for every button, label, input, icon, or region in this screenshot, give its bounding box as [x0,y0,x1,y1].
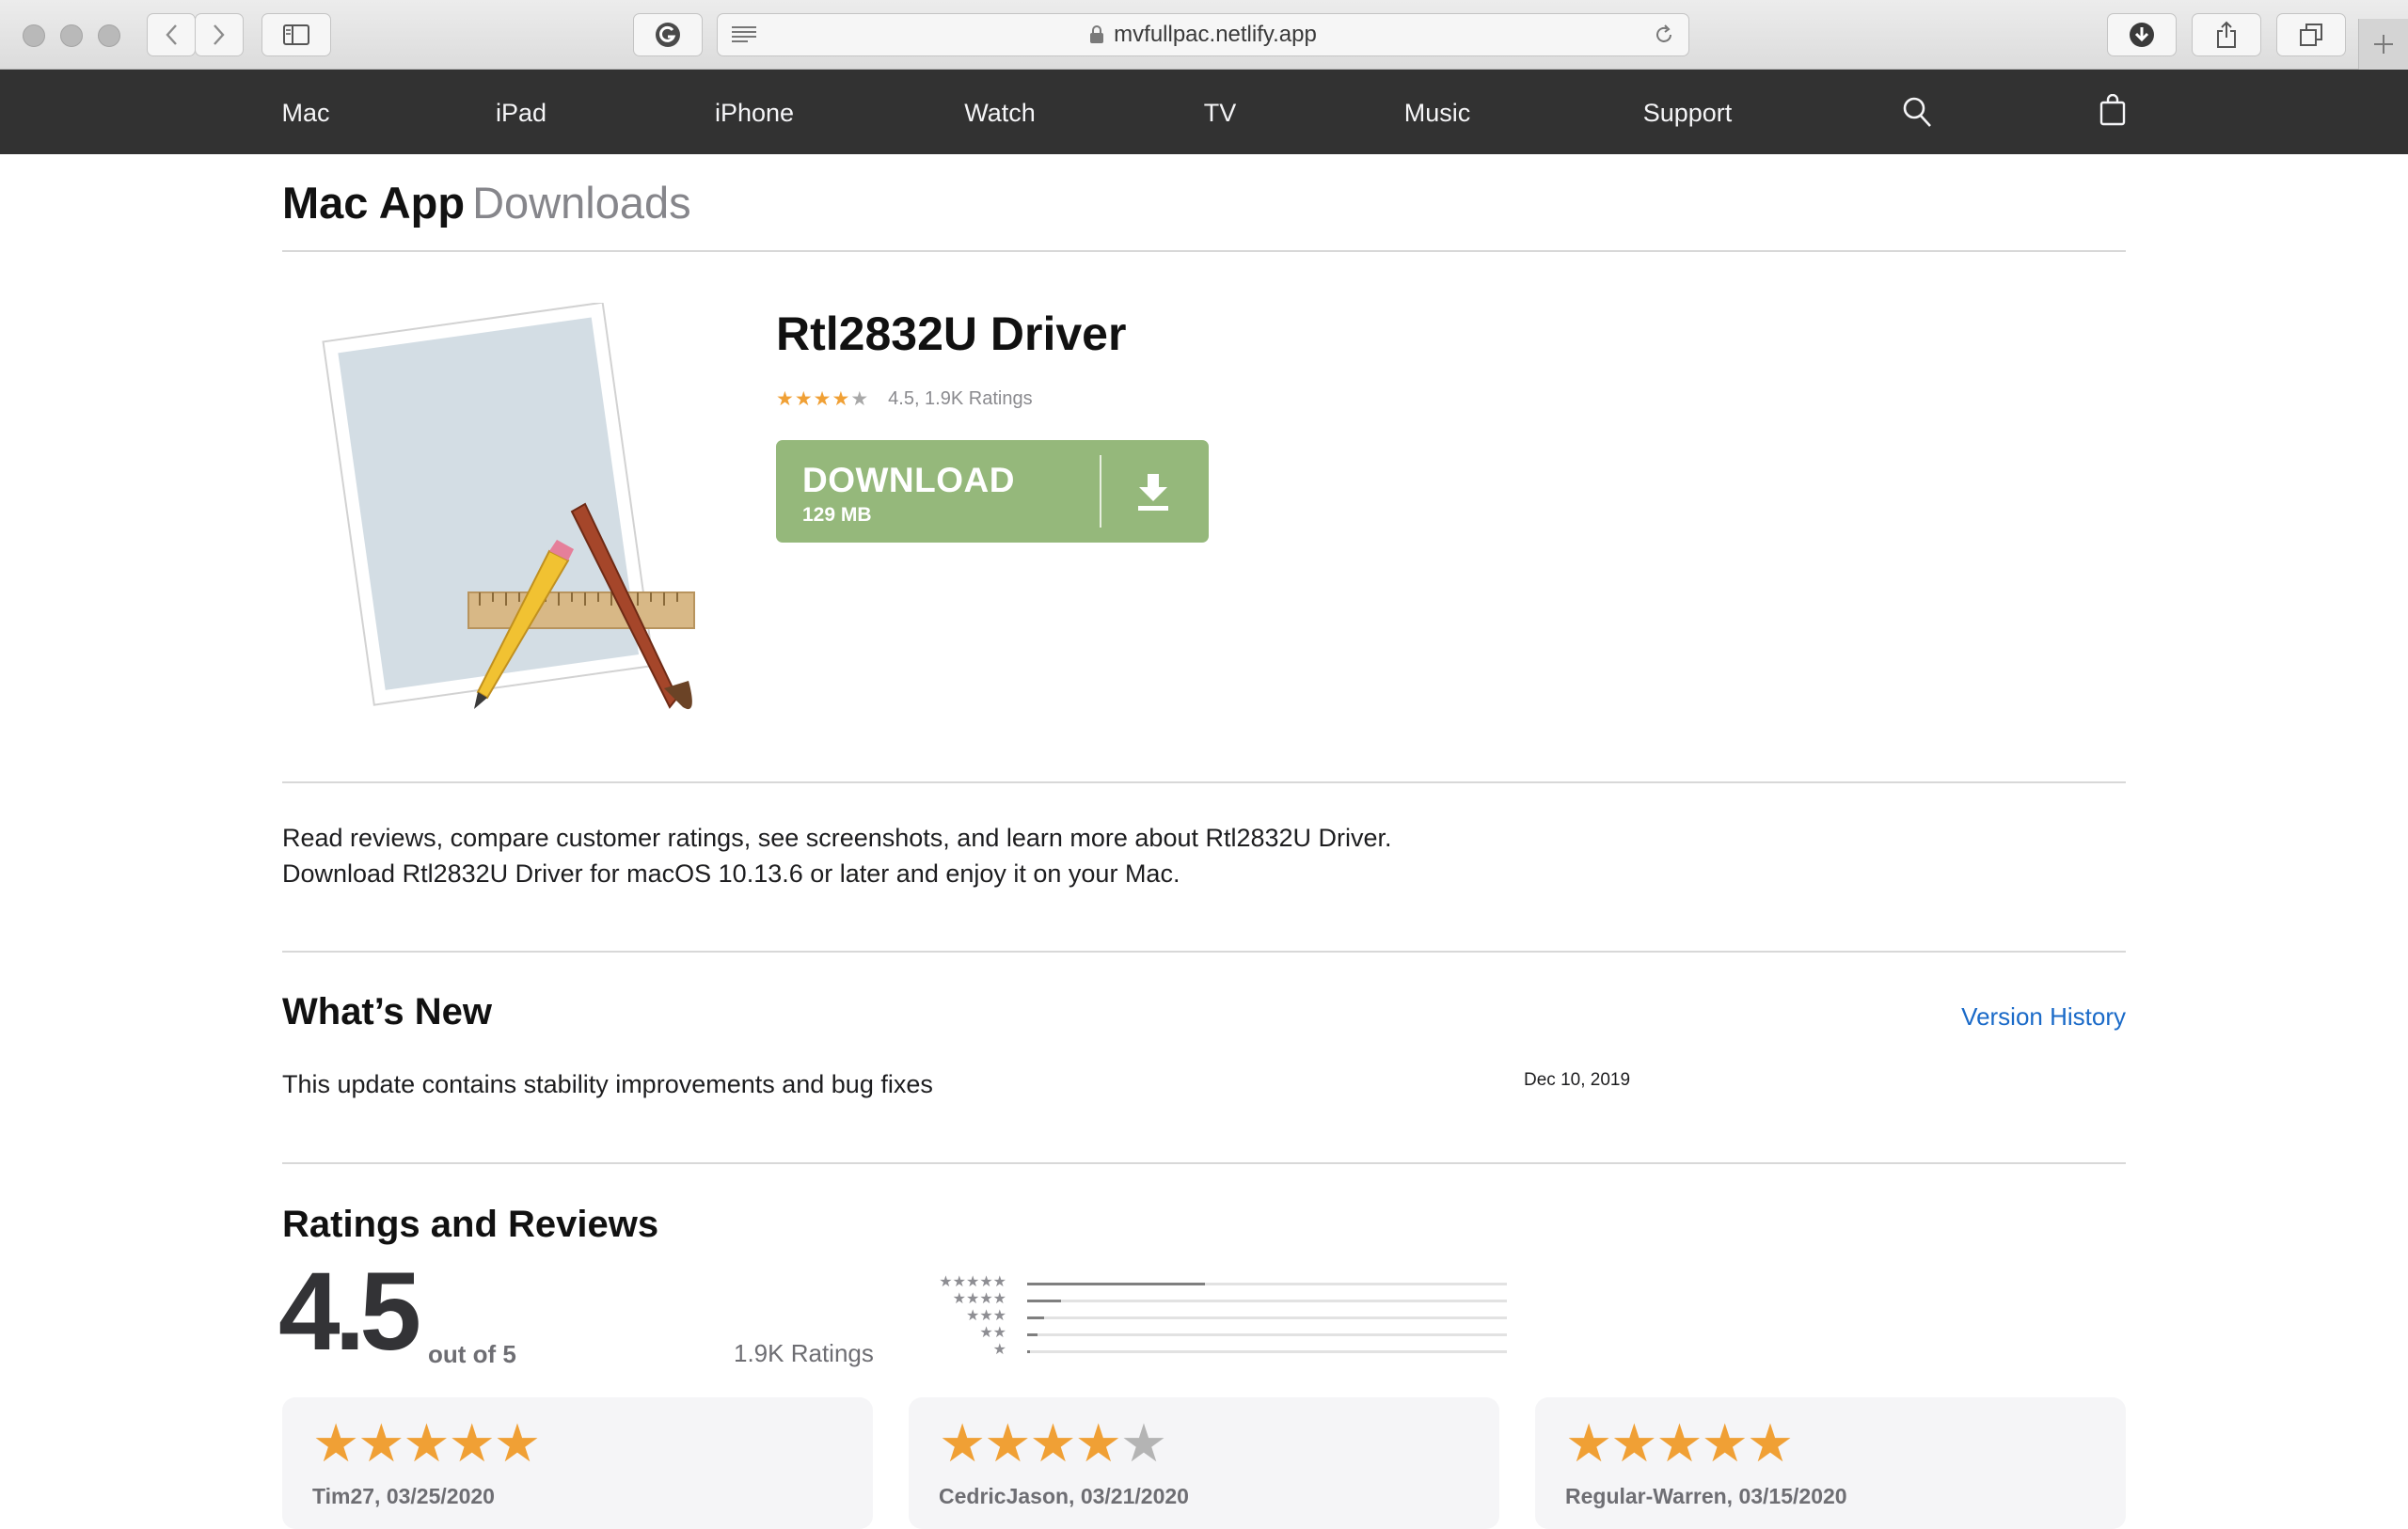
button-divider [1100,455,1101,528]
reload-icon[interactable] [1653,24,1675,46]
zoom-window-button[interactable] [98,24,120,47]
downloads-button[interactable] [2107,13,2177,56]
divider [282,781,2126,783]
review-author: Regular-Warren, 03/15/2020 [1565,1484,1847,1508]
app-description: Read reviews, compare customer ratings, … [282,820,1392,891]
sidebar-toggle-button[interactable] [261,13,331,56]
nav-item-support[interactable]: Support [1643,70,1733,154]
download-circle-icon [2130,23,2154,47]
reader-view-icon[interactable] [731,24,757,45]
share-icon [2217,21,2236,48]
histogram-bar [1027,1283,1205,1285]
nav-item-music[interactable]: Music [1404,70,1471,154]
update-notes: This update contains stability improveme… [282,1070,933,1098]
histogram-track [1027,1316,1507,1319]
review-card[interactable]: ★★★★★ Regular-Warren, 03/15/2020 [1535,1397,2126,1529]
average-score: 4.5 [278,1250,421,1374]
rating-text: 4.5, 1.9K Ratings [888,388,1033,409]
review-card[interactable]: ★★★★★ CedricJason, 03/21/2020 [909,1397,1499,1529]
version-history-link[interactable]: Version History [1961,1002,2126,1032]
new-tab-button[interactable] [2358,19,2408,70]
review-stars: ★★★★★ [1565,1413,1794,1473]
description-line: Download Rtl2832U Driver for macOS 10.13… [282,859,1180,888]
nav-item-mac[interactable]: Mac [281,70,329,154]
app-rating: ★★★★★ 4.5, 1.9K Ratings [776,387,1033,411]
download-arrow-icon [1138,474,1168,511]
lock-icon [1090,25,1104,43]
address-bar[interactable]: mvfullpac.netlify.app [717,13,1689,56]
histogram-stars: ★★★★★ [939,1274,1006,1290]
divider [282,1162,2126,1164]
back-button[interactable] [147,13,196,56]
download-label: DOWNLOAD [802,461,1015,499]
review-stars: ★★★★★ [312,1413,541,1473]
histogram-stars: ★★★★ [952,1291,1006,1307]
review-stars: ★★★★★ [939,1413,1167,1473]
ratings-title: Ratings and Reviews [282,1204,659,1245]
shopping-bag-icon[interactable] [2099,94,2126,126]
nav-item-watch[interactable]: Watch [964,70,1036,154]
minimize-window-button[interactable] [60,24,83,47]
divider [282,250,2126,252]
out-of-label: out of 5 [428,1340,516,1368]
grammarly-extension-button[interactable] [633,13,703,56]
app-icon [322,303,695,710]
search-icon[interactable] [1902,96,1932,128]
global-nav: Mac iPad iPhone Watch TV Music Support [0,70,2408,154]
whats-new-title: What’s New [282,991,492,1032]
update-date: Dec 10, 2019 [1524,1070,1631,1090]
page-title: Mac App Downloads [282,177,691,229]
histogram-row: ★ [912,1342,1514,1360]
chevron-left-icon [166,24,177,45]
review-author: Tim27, 03/25/2020 [312,1484,495,1508]
review-card[interactable]: ★★★★★ Tim27, 03/25/2020 [282,1397,873,1529]
app-name: Rtl2832U Driver [776,307,1127,360]
url-text: mvfullpac.netlify.app [1114,22,1317,47]
histogram-bar [1027,1300,1061,1302]
histogram-stars: ★★★ [965,1308,1006,1324]
page-title-bold: Mac App [282,178,466,228]
histogram-stars: ★★ [979,1325,1006,1341]
histogram-bar [1027,1333,1038,1336]
nav-item-ipad[interactable]: iPad [496,70,547,154]
chevron-right-icon [214,24,225,45]
sidebar-icon [283,24,309,45]
browser-toolbar: mvfullpac.netlify.app [0,0,2408,70]
nav-item-tv[interactable]: TV [1204,70,1237,154]
histogram-stars: ★ [992,1342,1006,1358]
forward-button[interactable] [195,13,244,56]
nav-item-iphone[interactable]: iPhone [715,70,794,154]
histogram-track [1027,1300,1507,1302]
histogram-track [1027,1333,1507,1336]
close-window-button[interactable] [23,24,45,47]
plus-icon [2374,35,2393,54]
share-button[interactable] [2192,13,2261,56]
description-line: Read reviews, compare customer ratings, … [282,824,1392,852]
grammarly-icon [656,23,680,47]
tab-overview-button[interactable] [2276,13,2346,56]
divider [282,951,2126,953]
page-title-light: Downloads [472,178,691,228]
rating-stars: ★★★★★ [776,388,870,410]
tabs-icon [2300,24,2322,46]
download-button[interactable]: DOWNLOAD 129 MB [776,440,1209,543]
histogram-bar [1027,1316,1044,1319]
review-author: CedricJason, 03/21/2020 [939,1484,1189,1508]
histogram-bar [1027,1350,1030,1353]
histogram-track [1027,1283,1507,1285]
download-size: 129 MB [802,504,872,526]
ratings-count: 1.9K Ratings [734,1339,874,1367]
histogram-track [1027,1350,1507,1353]
